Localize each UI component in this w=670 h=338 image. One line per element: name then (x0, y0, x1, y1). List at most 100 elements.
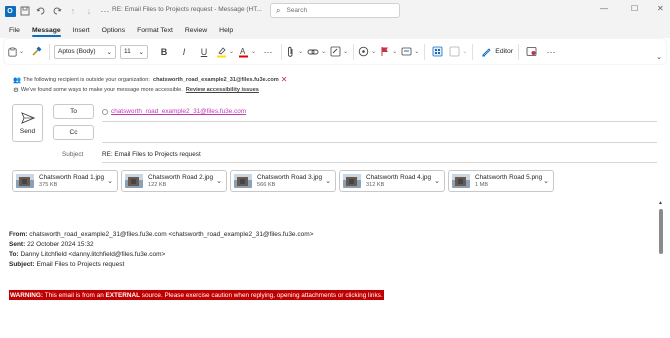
attachment-size: 1 MB (475, 182, 489, 188)
scrollbar-thumb[interactable] (659, 209, 663, 254)
attachment-size: 566 KB (257, 182, 276, 188)
chevron-down-icon: ⌄ (106, 48, 112, 56)
close-icon[interactable]: ✕ (657, 4, 664, 13)
tab-insert[interactable]: Insert (73, 22, 90, 38)
from-label: From: (9, 231, 28, 238)
ribbon-divider (472, 43, 474, 60)
attachment-size: 375 KB (39, 182, 58, 188)
arrow-up-icon[interactable]: ↑ (66, 4, 80, 18)
bold-button[interactable]: B (156, 43, 172, 61)
viva-insights-icon[interactable] (523, 43, 539, 61)
subject-input[interactable]: RE: Email Files to Projects request (102, 151, 201, 158)
clipboard-icon[interactable]: ⌄ (8, 43, 24, 61)
ribbon-divider (281, 43, 283, 60)
attachment-card[interactable]: Chatsworth Road 5.png 1 MB ⌄ (448, 170, 554, 192)
attachment-card[interactable]: Chatsworth Road 3.jpg 566 KB ⌄ (230, 170, 336, 192)
minimize-icon[interactable]: — (600, 4, 608, 13)
external-email-warning-banner: WARNING: This email is from an EXTERNAL … (9, 290, 384, 300)
outlook-app-icon: O (4, 5, 16, 17)
subject-value: Email Files to Projects request (36, 261, 125, 268)
subject-label: Subject: (9, 261, 35, 268)
window-title: RE: Email Files to Projects request - Me… (112, 6, 262, 13)
search-box[interactable]: ⌕ Search (270, 3, 400, 18)
attachment-name: Chatsworth Road 3.jpg (257, 174, 323, 181)
collapse-ribbon-icon[interactable]: ⌄ (656, 53, 662, 61)
tab-message[interactable]: Message (31, 22, 61, 38)
font-name-select[interactable]: Aptos (Body) ⌄ (54, 44, 116, 59)
people-icon: 👥 (13, 76, 22, 84)
image-thumbnail (452, 174, 470, 188)
image-thumbnail (234, 174, 252, 188)
to-label: To: (9, 251, 19, 258)
search-icon: ⌕ (276, 5, 281, 15)
tab-review[interactable]: Review (185, 22, 207, 38)
send-label: Send (19, 127, 36, 135)
body-scrollbar[interactable]: ▲ (658, 200, 664, 338)
ribbon-divider (518, 43, 520, 60)
chevron-down-icon[interactable]: ⌄ (434, 177, 440, 185)
dictate-icon[interactable]: ⌄ (358, 43, 376, 61)
font-size-select[interactable]: 11 ⌄ (120, 44, 148, 59)
ribbon-divider (49, 43, 50, 60)
warning-label: WARNING: (10, 291, 44, 299)
send-button[interactable]: Send (12, 104, 43, 142)
warning-text-pre: This email is from an (44, 291, 104, 299)
undo-icon[interactable] (34, 4, 48, 18)
more-formatting-button[interactable]: ··· (260, 43, 276, 61)
sent-value: 22 October 2024 15:32 (27, 241, 94, 248)
tags-icon[interactable]: ⌄ (401, 43, 419, 61)
attach-file-icon[interactable]: ⌄ (286, 43, 303, 61)
attachment-card[interactable]: Chatsworth Road 1.jpg 375 KB ⌄ (12, 170, 118, 192)
arrow-down-icon[interactable]: ↓ (82, 4, 96, 18)
to-button[interactable]: To (53, 104, 94, 119)
review-accessibility-link[interactable]: Review accessibility issues (186, 87, 259, 93)
image-thumbnail (125, 174, 143, 188)
attachment-card[interactable]: Chatsworth Road 4.jpg 312 KB ⌄ (339, 170, 445, 192)
attachment-card[interactable]: Chatsworth Road 2.jpg 122 KB ⌄ (121, 170, 227, 192)
link-icon[interactable]: ⌄ (307, 43, 326, 61)
accessibility-icon: ⚙ (13, 87, 19, 94)
outlook-logo: O (4, 5, 16, 17)
more-icon[interactable]: ··· (98, 4, 112, 18)
attachment-size: 312 KB (366, 182, 385, 188)
ribbon-divider (353, 43, 355, 60)
chevron-down-icon[interactable]: ⌄ (543, 177, 549, 185)
menu-bar: File Message Insert Options Format Text … (0, 22, 670, 38)
underline-button[interactable]: U (196, 43, 212, 61)
dismiss-warning-icon[interactable]: ✕ (281, 75, 288, 84)
quoted-sent-line: Sent: 22 October 2024 15:32 (9, 241, 94, 248)
presence-icon (102, 108, 108, 115)
italic-button[interactable]: I (176, 43, 192, 61)
editor-button[interactable]: Editor (481, 46, 513, 57)
scroll-up-icon[interactable]: ▲ (658, 200, 663, 206)
attachment-size: 122 KB (148, 182, 167, 188)
tab-file[interactable]: File (9, 22, 20, 38)
warning-recipient-email: chatsworth_road_example2_31@files.fu3e.c… (152, 76, 279, 83)
cc-field-underline[interactable] (102, 142, 657, 143)
tab-help[interactable]: Help (219, 22, 233, 38)
chevron-down-icon[interactable]: ⌄ (216, 177, 222, 185)
cc-button[interactable]: Cc (53, 125, 94, 140)
search-placeholder: Search (286, 7, 308, 14)
redo-icon[interactable] (50, 4, 64, 18)
chevron-down-icon[interactable]: ⌄ (325, 177, 331, 185)
chevron-down-icon[interactable]: ⌄ (107, 177, 113, 185)
sensitivity-icon[interactable]: ⌄ (449, 43, 467, 61)
font-name-value: Aptos (Body) (58, 48, 96, 55)
format-painter-icon[interactable] (28, 43, 44, 61)
highlight-icon[interactable]: ⌄ (216, 43, 234, 61)
to-recipient[interactable]: chatsworth_road_example2_31@files.fu3e.c… (111, 108, 246, 115)
pen-icon (482, 48, 491, 57)
maximize-icon[interactable]: ☐ (631, 4, 638, 13)
signature-icon[interactable]: ⌄ (330, 43, 348, 61)
to-field[interactable]: chatsworth_road_example2_31@files.fu3e.c… (102, 108, 246, 115)
save-icon[interactable] (18, 4, 32, 18)
more-options-button[interactable]: ··· (543, 43, 559, 61)
font-color-icon[interactable]: A ⌄ (238, 43, 256, 61)
warning-prefix: The following recipient is outside your … (23, 76, 150, 83)
flag-icon[interactable]: ⌄ (380, 43, 397, 61)
svg-text:A: A (240, 47, 246, 56)
tab-format-text[interactable]: Format Text (137, 22, 173, 38)
tab-options[interactable]: Options (102, 22, 125, 38)
apps-grid-icon[interactable] (429, 43, 445, 61)
